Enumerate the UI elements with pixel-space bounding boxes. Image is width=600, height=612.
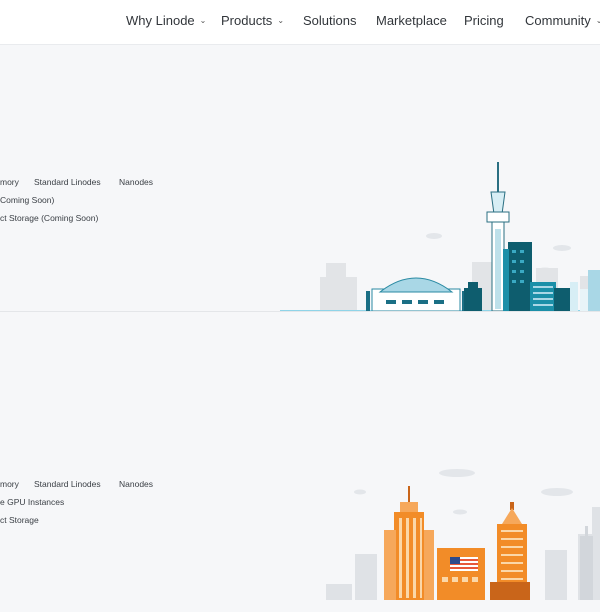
nav-solutions-label: Solutions xyxy=(303,13,357,28)
nav-marketplace[interactable]: Marketplace xyxy=(376,13,447,29)
region-section-2: mory Standard Linodes Nanodes e GPU Inst… xyxy=(0,312,600,612)
nav-marketplace-label: Marketplace xyxy=(376,13,447,28)
region-section-1: mory Standard Linodes Nanodes Coming Soo… xyxy=(0,44,600,344)
chevron-down-icon: ⌄ xyxy=(199,16,207,25)
nav-why-linode[interactable]: Why Linode ⌄ xyxy=(126,13,206,31)
nav-community[interactable]: Community ⌄ xyxy=(525,13,600,31)
nav-community-label: Community xyxy=(525,13,591,28)
chevron-down-icon: ⌄ xyxy=(277,16,285,25)
nav-products[interactable]: Products ⌄ xyxy=(221,13,284,31)
teal-city-skyline-illustration xyxy=(0,162,600,312)
orange-city-skyline-illustration xyxy=(326,469,600,600)
chevron-down-icon: ⌄ xyxy=(595,16,600,25)
nav-products-label: Products xyxy=(221,13,273,28)
nav-why-linode-label: Why Linode xyxy=(126,13,195,28)
nav-solutions[interactable]: Solutions xyxy=(303,13,356,29)
nav-pricing[interactable]: Pricing xyxy=(464,13,504,29)
nav-pricing-label: Pricing xyxy=(464,13,504,28)
top-navigation-bar: Why Linode ⌄ Products ⌄ Solutions Marketpl… xyxy=(0,0,600,45)
